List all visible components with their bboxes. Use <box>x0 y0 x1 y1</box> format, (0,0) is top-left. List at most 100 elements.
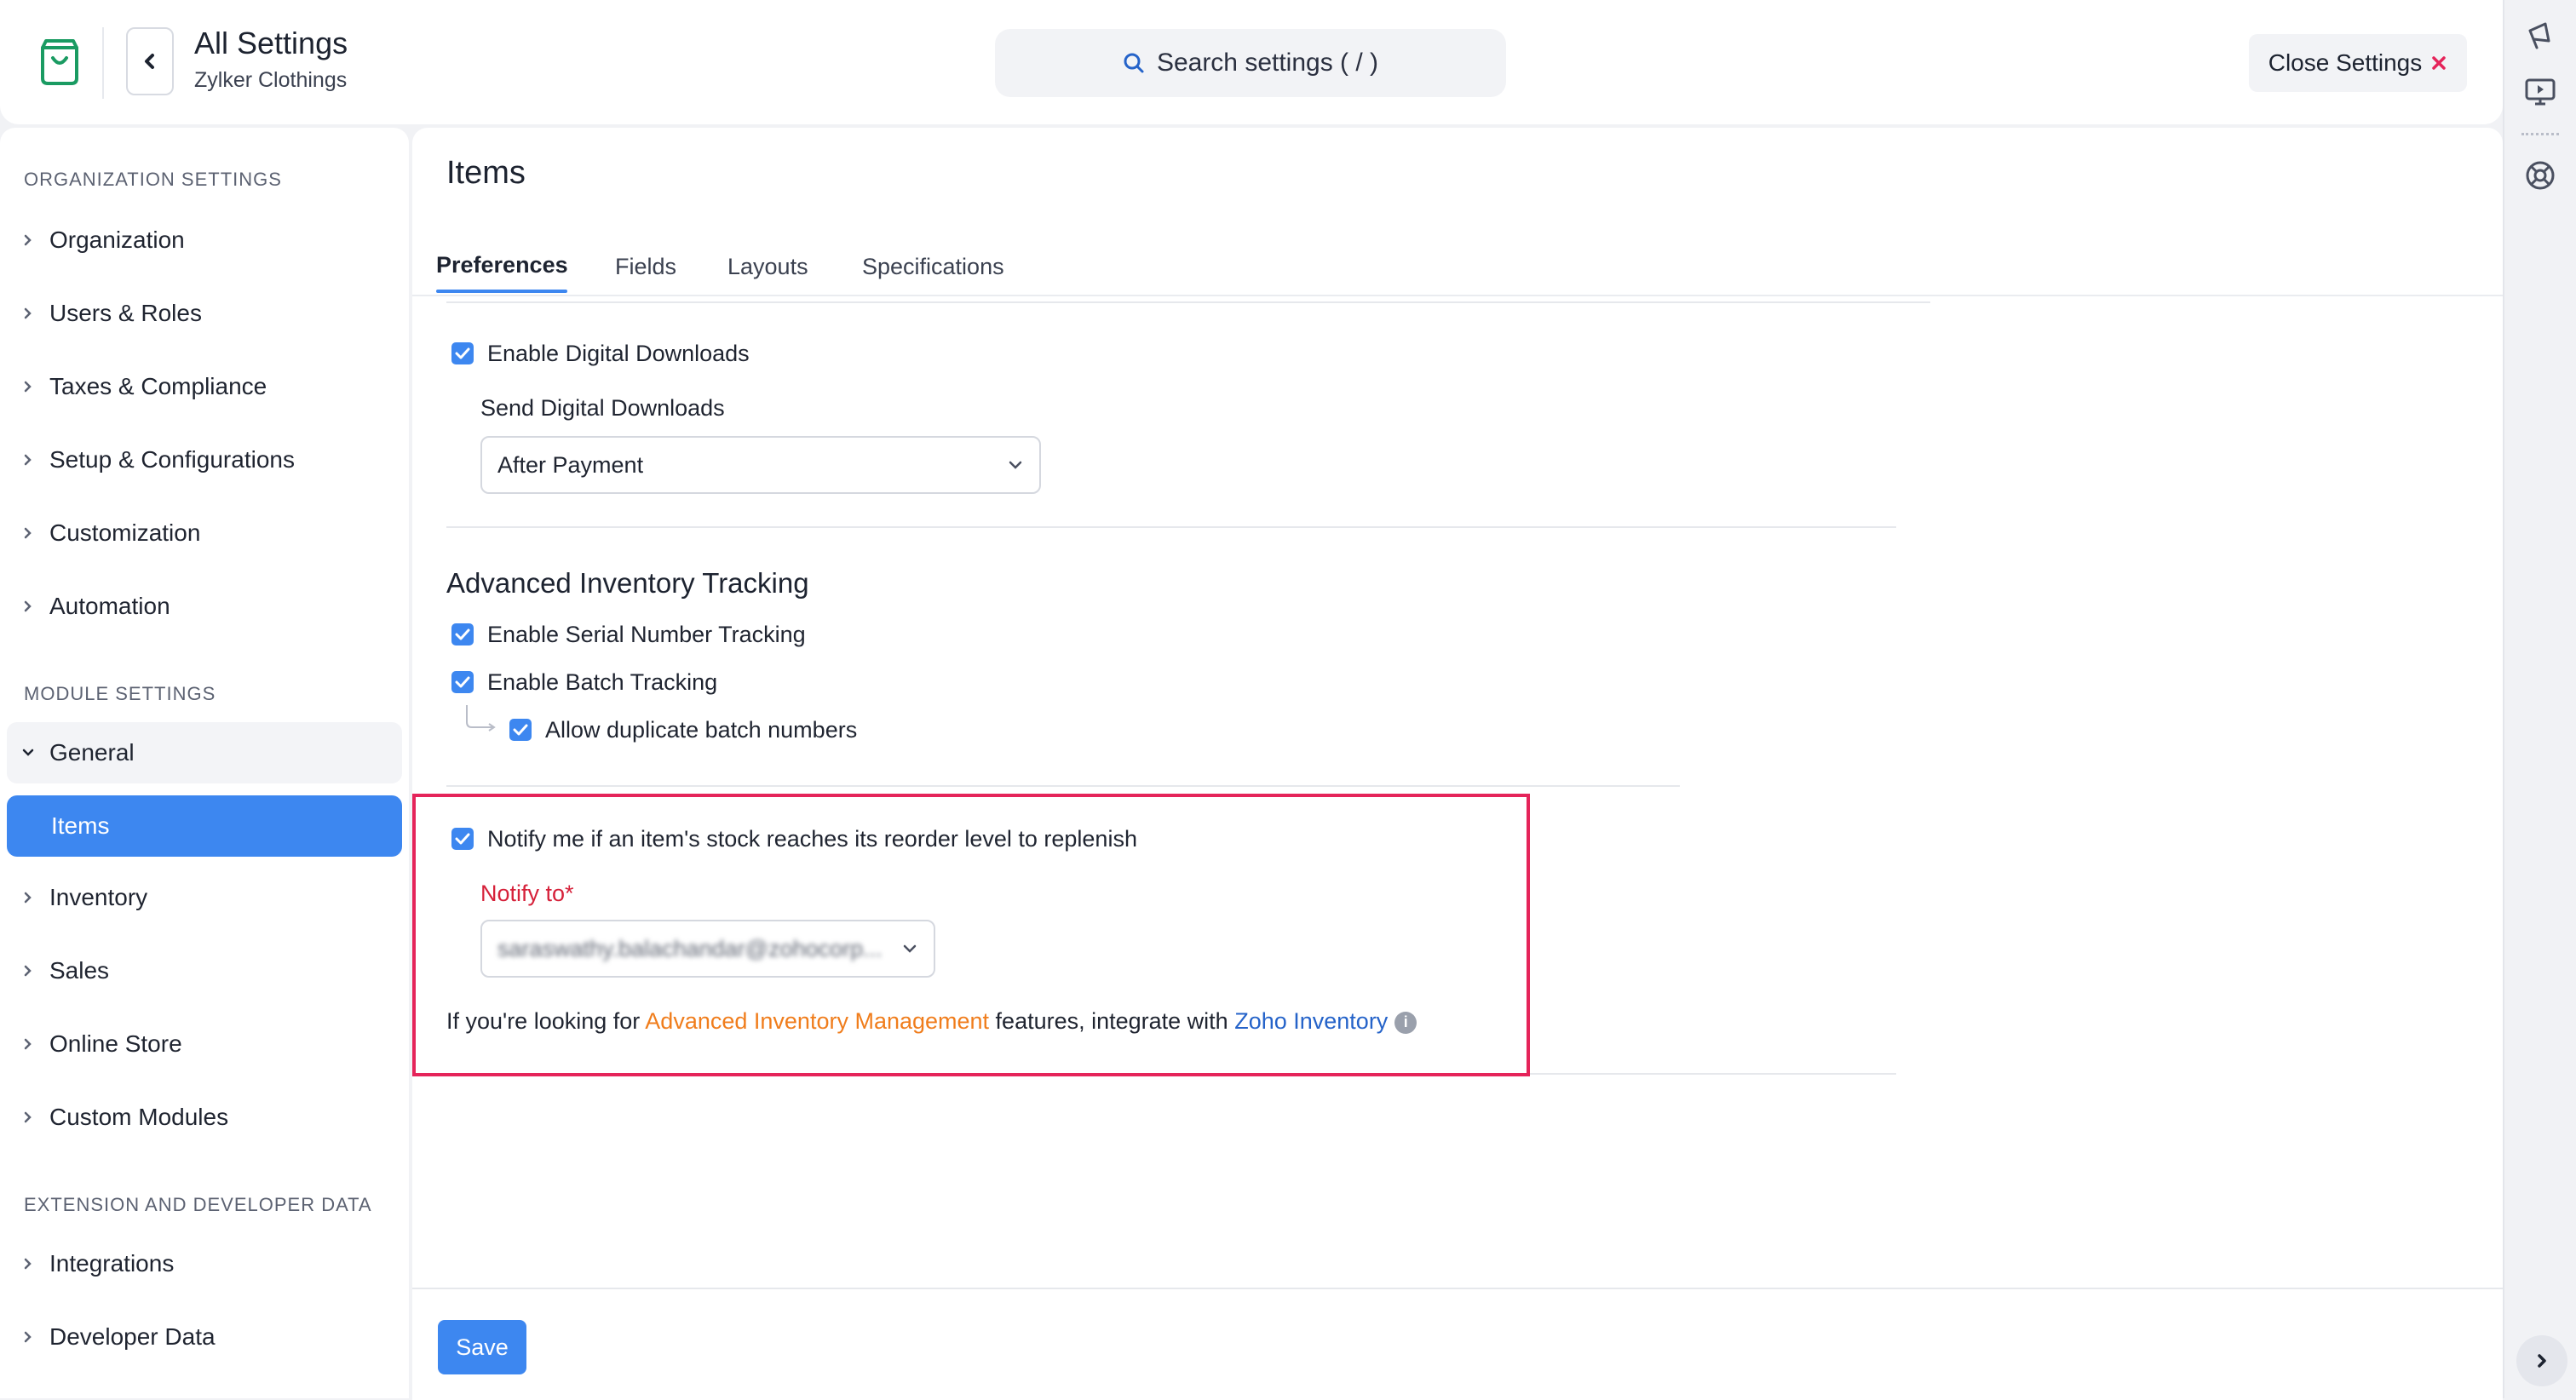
page-header-title: All Settings <box>194 26 348 60</box>
section-divider <box>1530 1073 1896 1075</box>
extension-developer-heading: EXTENSION AND DEVELOPER DATA <box>24 1194 372 1215</box>
tab-fields[interactable]: Fields <box>615 254 676 315</box>
sidebar-item-custom-modules[interactable]: Custom Modules <box>7 1087 402 1148</box>
close-x-icon <box>2432 56 2447 70</box>
sidebar-item-label: Inventory <box>49 884 148 910</box>
check-icon <box>455 628 470 640</box>
tabs-divider <box>412 295 2503 296</box>
section-divider <box>446 526 1896 528</box>
check-icon <box>455 676 470 688</box>
send-digital-downloads-select[interactable]: After Payment <box>480 436 1041 494</box>
batch-tracking-checkbox[interactable] <box>451 671 474 693</box>
tab-layouts[interactable]: Layouts <box>727 254 808 315</box>
chevron-down-icon <box>903 944 917 953</box>
sidebar-item-automation[interactable]: Automation <box>7 576 402 637</box>
sidebar-item-organization[interactable]: Organization <box>7 209 402 271</box>
integration-hint: If you're looking for Advanced Inventory… <box>446 1008 1417 1035</box>
sidebar-item-customization[interactable]: Customization <box>7 502 402 564</box>
close-settings-label: Close Settings <box>2268 49 2423 76</box>
info-icon[interactable]: i <box>1394 1011 1417 1034</box>
chevron-right-icon <box>24 1038 32 1050</box>
chevron-left-icon <box>145 54 154 69</box>
chevron-right-icon <box>24 1331 32 1343</box>
allow-duplicate-batch-label: Allow duplicate batch numbers <box>545 717 858 743</box>
chevron-down-icon <box>1009 461 1022 469</box>
enable-digital-downloads-label: Enable Digital Downloads <box>487 341 750 366</box>
sidebar-item-label: Setup & Configurations <box>49 446 295 473</box>
zoho-inventory-link[interactable]: Zoho Inventory <box>1234 1008 1388 1034</box>
serial-number-tracking-label: Enable Serial Number Tracking <box>487 622 806 647</box>
sidebar-item-label: Sales <box>49 957 110 984</box>
nested-connector-icon <box>466 705 496 732</box>
chevron-right-icon <box>24 965 32 977</box>
chevron-right-icon <box>24 234 32 246</box>
settings-footer: Save <box>412 1288 2503 1400</box>
chevron-right-icon <box>24 527 32 539</box>
notify-to-value: saraswathy.balachandar@zohocorp... <box>497 935 883 961</box>
sidebar-item-inventory[interactable]: Inventory <box>7 867 402 928</box>
shopping-bag-logo-icon <box>41 39 78 85</box>
search-settings-input[interactable]: Search settings ( / ) <box>995 29 1506 97</box>
chevron-right-icon <box>2538 1354 2546 1368</box>
help-lifebuoy-icon[interactable] <box>2523 158 2557 192</box>
serial-number-tracking-checkbox[interactable] <box>451 623 474 645</box>
tab-preferences[interactable]: Preferences <box>436 252 568 313</box>
send-digital-downloads-value: After Payment <box>497 451 644 478</box>
sidebar-item-taxes-compliance[interactable]: Taxes & Compliance <box>7 356 402 417</box>
sidebar-item-label: Custom Modules <box>49 1104 229 1130</box>
settings-sidebar: ORGANIZATION SETTINGS Organization Users… <box>0 128 409 1398</box>
sidebar-item-label: General <box>49 739 135 766</box>
integration-hint-middle: features, integrate with <box>989 1008 1235 1034</box>
search-placeholder: Search settings ( / ) <box>1156 49 1379 77</box>
notify-reorder-checkbox[interactable] <box>451 828 474 850</box>
chevron-right-icon <box>24 1111 32 1123</box>
settings-header: All Settings Zylker Clothings Search set… <box>0 0 2503 124</box>
save-button[interactable]: Save <box>438 1320 526 1374</box>
sidebar-item-developer-data[interactable]: Developer Data <box>7 1306 402 1368</box>
module-settings-heading: MODULE SETTINGS <box>24 683 216 704</box>
sidebar-item-setup-configurations[interactable]: Setup & Configurations <box>7 429 402 491</box>
tab-specifications[interactable]: Specifications <box>862 254 1004 315</box>
sidebar-item-online-store[interactable]: Online Store <box>7 1013 402 1075</box>
chevron-right-icon <box>24 600 32 612</box>
sidebar-item-label: Customization <box>49 519 201 546</box>
organization-name: Zylker Clothings <box>194 68 348 92</box>
sidebar-item-label: Automation <box>49 593 170 619</box>
notify-reorder-label: Notify me if an item's stock reaches its… <box>487 826 1137 852</box>
sidebar-item-integrations[interactable]: Integrations <box>7 1233 402 1294</box>
notify-to-label: Notify to* <box>480 881 574 906</box>
advanced-inventory-management-link[interactable]: Advanced Inventory Management <box>645 1008 989 1034</box>
sidebar-item-sales[interactable]: Sales <box>7 940 402 1001</box>
right-rail <box>2503 0 2576 1398</box>
sidebar-item-label: Items <box>51 812 110 839</box>
header-divider <box>102 27 104 99</box>
expand-rail-button[interactable] <box>2516 1335 2567 1386</box>
advanced-inventory-tracking-title: Advanced Inventory Tracking <box>446 567 809 599</box>
check-icon <box>455 833 470 845</box>
sidebar-item-label: Integrations <box>49 1250 175 1277</box>
megaphone-icon[interactable] <box>2523 19 2557 53</box>
section-divider <box>446 301 1930 303</box>
page-title: Items <box>446 155 526 191</box>
section-divider <box>446 785 1680 787</box>
send-digital-downloads-label: Send Digital Downloads <box>480 395 725 421</box>
sidebar-item-users-roles[interactable]: Users & Roles <box>7 283 402 344</box>
sidebar-item-items[interactable]: Items <box>7 795 402 857</box>
sidebar-item-label: Online Store <box>49 1030 182 1057</box>
notify-to-select[interactable]: saraswathy.balachandar@zohocorp... <box>480 920 935 978</box>
back-button[interactable] <box>126 27 174 95</box>
video-tutorial-icon[interactable] <box>2523 75 2557 109</box>
active-tab-indicator <box>436 290 567 293</box>
integration-hint-prefix: If you're looking for <box>446 1008 646 1034</box>
sidebar-item-label: Taxes & Compliance <box>49 373 267 399</box>
sidebar-item-general[interactable]: General <box>7 722 402 783</box>
search-icon <box>1124 53 1144 73</box>
organization-settings-heading: ORGANIZATION SETTINGS <box>24 169 282 190</box>
chevron-right-icon <box>24 1258 32 1270</box>
enable-digital-downloads-checkbox[interactable] <box>451 342 474 364</box>
chevron-right-icon <box>24 454 32 466</box>
chevron-down-icon <box>22 749 34 756</box>
allow-duplicate-batch-checkbox[interactable] <box>509 719 532 741</box>
close-settings-button[interactable]: Close Settings <box>2249 34 2467 92</box>
sidebar-item-label: Users & Roles <box>49 300 202 326</box>
